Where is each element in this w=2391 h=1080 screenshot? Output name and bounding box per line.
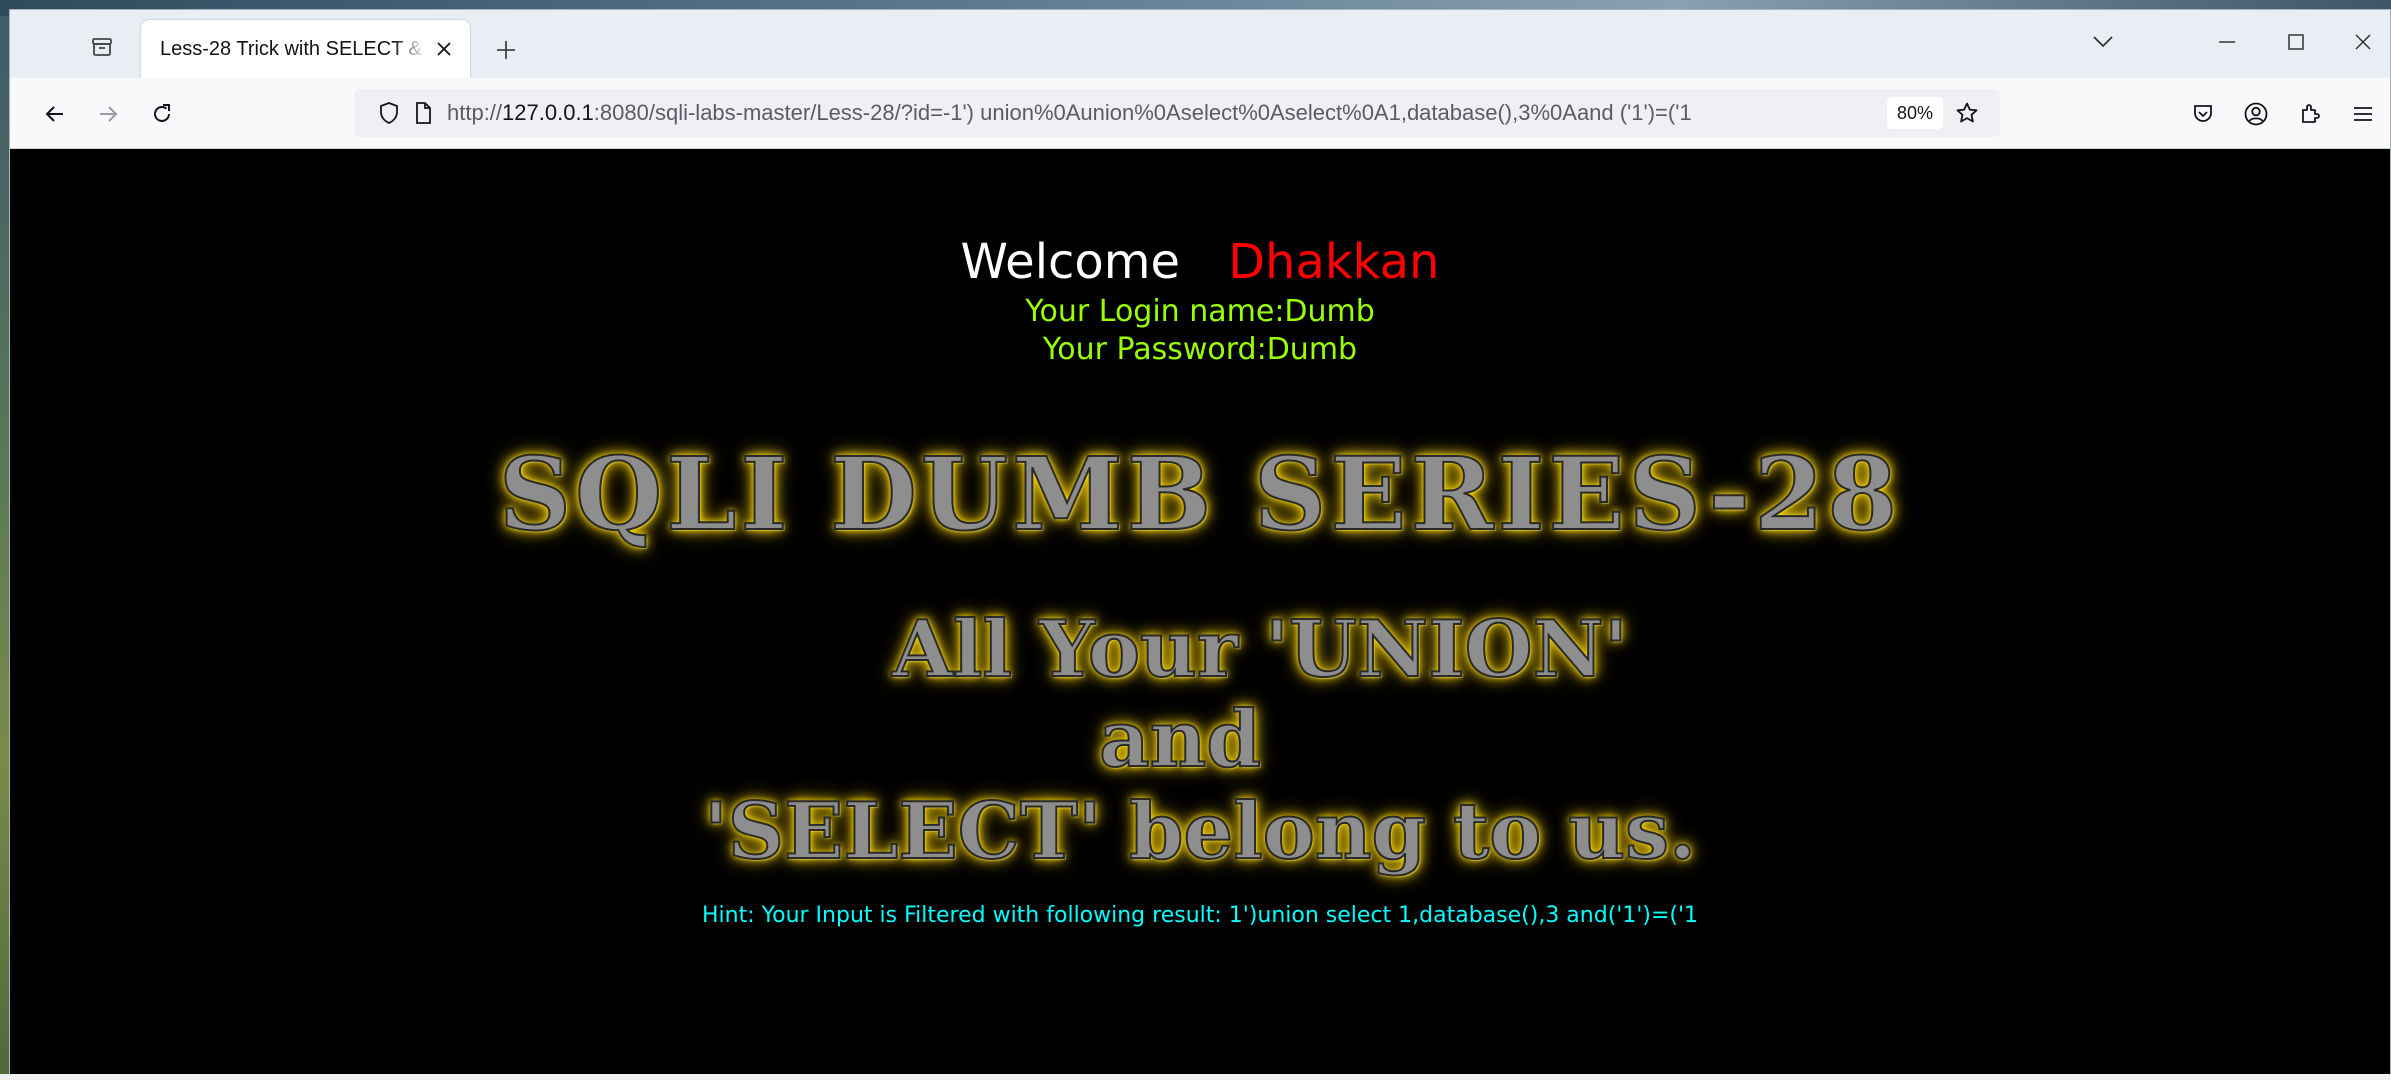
tab-strip: Less-28 Trick with SELECT & UNION (10, 10, 2390, 78)
minimize-icon (2219, 41, 2235, 43)
forward-arrow-icon (100, 106, 118, 122)
app-menu-button[interactable] (2341, 92, 2385, 136)
chevron-down-icon (2093, 36, 2113, 48)
series-title-banner: SQLI DUMB SERIES-28 (498, 434, 1902, 554)
account-icon (2244, 102, 2268, 126)
url-text[interactable]: http://127.0.0.1:8080/sqli-labs-master/L… (447, 89, 1692, 137)
active-tab[interactable]: Less-28 Trick with SELECT & UNION (141, 20, 470, 78)
banner-line-and: and (1098, 693, 1262, 786)
filter-hint-text: Hint: Your Input is Filtered with follow… (701, 903, 1699, 928)
tab-title: Less-28 Trick with SELECT & UNION (160, 37, 426, 60)
new-tab-button[interactable] (486, 30, 526, 70)
forward-button[interactable] (86, 92, 130, 136)
maximize-icon (2288, 34, 2304, 50)
plus-icon (497, 41, 515, 59)
tab-close-icon[interactable] (430, 35, 458, 63)
reload-icon (154, 104, 170, 122)
taskbar-edge (0, 1074, 2391, 1080)
close-window-button[interactable] (2336, 22, 2390, 62)
page-info-icon[interactable] (411, 101, 435, 125)
back-arrow-icon (45, 106, 63, 122)
navigation-toolbar: http://127.0.0.1:8080/sqli-labs-master/L… (10, 78, 2390, 149)
url-path: :8080/sqli-labs-master/Less-28/?id=-1') … (593, 100, 1692, 125)
welcome-heading: Welcome Dhakkan (10, 232, 2390, 292)
banner-line-select: 'SELECT' belong to us. (703, 785, 1697, 878)
tracking-protection-icon[interactable] (377, 101, 401, 125)
login-name-text: Your Login name:Dumb (1025, 294, 1375, 329)
url-prefix: http:// (447, 100, 503, 125)
url-host: 127.0.0.1 (502, 100, 594, 125)
zoom-level-button[interactable]: 80% (1887, 97, 1944, 129)
welcome-text: Welcome (960, 234, 1181, 290)
pocket-icon (2194, 105, 2212, 122)
url-bar[interactable]: http://127.0.0.1:8080/sqli-labs-master/L… (354, 89, 2000, 137)
hamburger-menu-icon (2354, 107, 2372, 121)
tab-list-icon (92, 38, 112, 56)
page-content: Welcome Dhakkan Your Login name:Dumb Your… (10, 149, 2390, 1076)
back-button[interactable] (33, 92, 77, 136)
extensions-icon (2302, 104, 2320, 123)
maximize-button[interactable] (2269, 22, 2323, 62)
password-text: Your Password:Dumb (1042, 332, 1358, 367)
banner-line-union: All Your 'UNION' (891, 603, 1629, 696)
tab-list-button[interactable] (80, 28, 124, 66)
star-icon[interactable] (1955, 101, 1979, 125)
browser-window: Less-28 Trick with SELECT & UNION (9, 9, 2391, 1077)
minimize-button[interactable] (2200, 22, 2254, 62)
reload-button[interactable] (140, 92, 184, 136)
account-button[interactable] (2234, 92, 2278, 136)
welcome-name: Dhakkan (1228, 234, 1440, 290)
pocket-button[interactable] (2181, 92, 2225, 136)
list-all-tabs-button[interactable] (2076, 22, 2130, 62)
extensions-button[interactable] (2288, 92, 2332, 136)
close-icon (2355, 34, 2371, 50)
